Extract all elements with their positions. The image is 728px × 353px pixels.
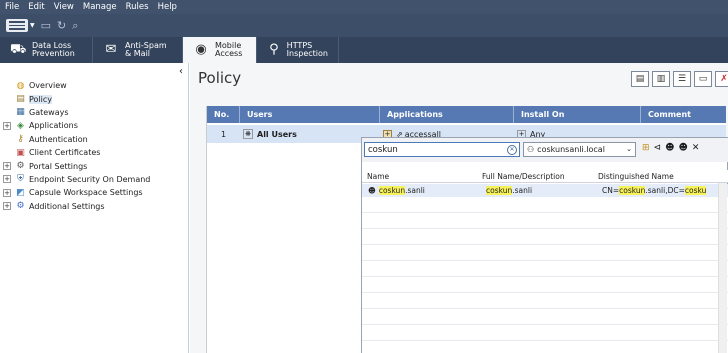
clear-search-icon[interactable]: ✕ bbox=[507, 145, 517, 155]
sidebar-item-additional-settings[interactable]: + ⚙ Additional Settings bbox=[3, 200, 150, 213]
menu-manage[interactable]: Manage bbox=[83, 2, 117, 12]
authentication-icon: ⚷ bbox=[17, 134, 24, 145]
add-rule-bottom-icon[interactable]: ▥ bbox=[652, 71, 670, 87]
add-rule-top-icon[interactable]: ▤ bbox=[631, 71, 649, 87]
mobile-globe-icon: ◉ bbox=[195, 42, 207, 57]
user-picker-popup: coskun ✕ ⚇ coskunsanli.local ⌄ ⊞ ⊲ ☻ ☻ ✕… bbox=[361, 137, 728, 353]
picker-toolbar: coskun ✕ ⚇ coskunsanli.local ⌄ ⊞ ⊲ ☻ ☻ ✕ bbox=[362, 138, 728, 162]
users-cell[interactable]: ❋ All Users bbox=[240, 125, 380, 143]
delete-rule-icon[interactable]: ✗ bbox=[715, 71, 728, 87]
add-rule-below-icon[interactable]: ▭ bbox=[694, 71, 712, 87]
sidebar-item-policy[interactable]: ▤ Policy bbox=[3, 92, 150, 105]
sidebar-item-authentication[interactable]: ⚷ Authentication bbox=[3, 133, 150, 146]
user-icon[interactable]: ☻ bbox=[665, 143, 674, 153]
settings-icon: ⚙ bbox=[16, 201, 25, 212]
menu-file[interactable]: File bbox=[5, 2, 19, 12]
sidebar-item-client-certificates[interactable]: ▣ Client Certificates bbox=[3, 146, 150, 159]
column-header-no[interactable]: No. bbox=[207, 106, 240, 123]
navigation-tree: ◍ Overview ▤ Policy ▦ Gateways + ◈ Applicatio… bbox=[3, 79, 150, 213]
domain-select[interactable]: ⚇ coskunsanli.local ⌄ bbox=[523, 142, 636, 157]
blade-tabs: ⛟ Data Loss Prevention ✉ Anti-Spam & Mail … bbox=[0, 37, 728, 63]
endpoint-icon: ⛨ bbox=[17, 174, 24, 185]
main-menu-button[interactable]: ▼ bbox=[6, 19, 35, 32]
close-icon[interactable]: ✕ bbox=[692, 143, 700, 153]
results-header: Name Full Name/Description Distinguished… bbox=[362, 170, 728, 183]
portal-icon: ⚙ bbox=[16, 161, 25, 172]
refresh-icon[interactable]: ↻ bbox=[57, 19, 66, 32]
column-header-full-name[interactable]: Full Name/Description bbox=[482, 170, 565, 183]
expand-icon[interactable]: + bbox=[3, 188, 11, 197]
menu-bar: File Edit View Manage Rules Help bbox=[0, 0, 728, 14]
menu-rules[interactable]: Rules bbox=[126, 2, 149, 12]
result-dn: CN= coskun .sanli,DC= cosku bbox=[602, 186, 707, 195]
overview-icon: ◍ bbox=[16, 80, 25, 91]
column-header-dn[interactable]: Distinguished Name bbox=[598, 170, 674, 183]
tab-anti-spam[interactable]: ✉ Anti-Spam & Mail bbox=[93, 37, 183, 63]
column-header-name[interactable]: Name bbox=[367, 170, 389, 183]
menu-edit[interactable]: Edit bbox=[28, 2, 44, 12]
search-icon[interactable]: ⌕ bbox=[72, 19, 78, 33]
column-header-install-on[interactable]: Install On bbox=[514, 106, 641, 123]
tab-mobile-access[interactable]: ◉ Mobile Access bbox=[183, 37, 257, 63]
column-header-users[interactable]: Users bbox=[240, 106, 380, 123]
expand-icon[interactable]: + bbox=[3, 202, 11, 211]
sidebar-item-portal-settings[interactable]: + ⚙ Portal Settings bbox=[3, 159, 150, 172]
scrollbar[interactable] bbox=[718, 183, 727, 353]
table-header: No. Users Applications Install On Commen… bbox=[207, 106, 726, 123]
policy-toolbar: ▤ ▥ ☰ ▭ ✗ bbox=[631, 71, 728, 87]
mail-icon: ✉ bbox=[105, 42, 117, 57]
applications-icon: ◈ bbox=[17, 120, 24, 131]
microscope-icon: ⚲ bbox=[269, 42, 279, 57]
toolbar: ▼ ▭ ↻ ⌕ bbox=[0, 14, 728, 37]
hamburger-icon bbox=[6, 19, 28, 32]
column-header-comment[interactable]: Comment bbox=[641, 106, 726, 123]
tab-data-loss-prevention[interactable]: ⛟ Data Loss Prevention bbox=[0, 37, 93, 63]
chevron-down-icon: ⌄ bbox=[626, 145, 632, 153]
gateways-icon: ▦ bbox=[16, 107, 25, 118]
menu-view[interactable]: View bbox=[54, 2, 74, 12]
page-title: Policy bbox=[198, 69, 242, 87]
search-input[interactable]: coskun ✕ bbox=[364, 142, 520, 157]
picker-icons: ⊞ ⊲ ☻ ☻ ✕ bbox=[642, 143, 699, 153]
sidebar: ‹ ◍ Overview ▤ Policy ▦ Gateways + ◈ Applicat… bbox=[0, 63, 189, 353]
capsule-icon: ◩ bbox=[16, 187, 25, 198]
sidebar-item-endpoint-security[interactable]: + ⛨ Endpoint Security On Demand bbox=[3, 173, 150, 186]
sidebar-item-overview[interactable]: ◍ Overview bbox=[3, 79, 150, 92]
expand-icon[interactable]: + bbox=[3, 162, 11, 171]
policy-icon: ▤ bbox=[16, 94, 25, 105]
expand-icon[interactable]: + bbox=[3, 175, 11, 184]
rule-number: 1 bbox=[220, 129, 227, 139]
menu-help[interactable]: Help bbox=[158, 2, 177, 12]
certificates-icon: ▣ bbox=[16, 147, 25, 158]
users-icon: ❋ bbox=[243, 129, 253, 139]
user-icon: ☻ bbox=[368, 186, 376, 195]
result-full-name: coskun .sanli bbox=[486, 186, 533, 195]
list-item[interactable]: ☻ coskun .sanli coskun .sanli CN= coskun .sa… bbox=[362, 184, 728, 197]
sidebar-item-capsule-workspace[interactable]: + ◩ Capsule Workspace Settings bbox=[3, 186, 150, 199]
empty-rows bbox=[362, 197, 728, 353]
save-icon[interactable]: ▭ bbox=[41, 19, 51, 32]
dlp-icon: ⛟ bbox=[10, 42, 27, 57]
share-icon[interactable]: ⊲ bbox=[654, 143, 662, 153]
user-group-icon[interactable]: ☻ bbox=[678, 143, 687, 153]
sidebar-item-applications[interactable]: + ◈ Applications bbox=[3, 119, 150, 132]
result-name: ☻ coskun .sanli bbox=[368, 186, 425, 195]
add-rule-above-icon[interactable]: ☰ bbox=[673, 71, 691, 87]
expand-icon[interactable]: + bbox=[3, 121, 11, 130]
collapse-sidebar-icon[interactable]: ‹ bbox=[179, 66, 183, 77]
tab-https-inspection[interactable]: ⚲ HTTPS Inspection bbox=[257, 37, 339, 63]
sidebar-item-gateways[interactable]: ▦ Gateways bbox=[3, 106, 150, 119]
column-header-applications[interactable]: Applications bbox=[380, 106, 514, 123]
tree-view-icon[interactable]: ⊞ bbox=[642, 143, 650, 153]
domain-icon: ⚇ bbox=[527, 145, 535, 154]
